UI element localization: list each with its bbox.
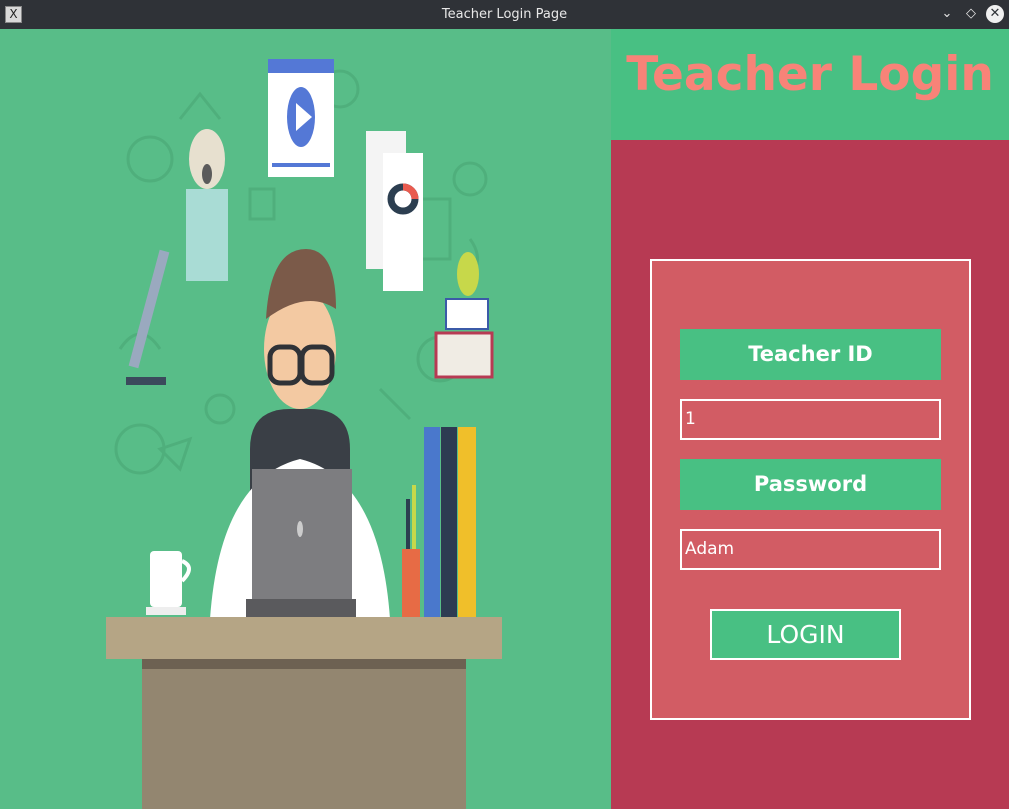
window-title: Teacher Login Page bbox=[441, 7, 568, 22]
teacher-id-label: Teacher ID bbox=[680, 329, 941, 380]
password-label: Password bbox=[680, 459, 941, 510]
teacher-at-desk-illustration bbox=[0, 29, 611, 809]
teacher-id-input[interactable]: 1 bbox=[680, 399, 941, 440]
login-button[interactable]: LOGIN bbox=[710, 609, 901, 660]
page-title: Teacher Login bbox=[626, 47, 994, 102]
window-titlebar: X Teacher Login Page ⌄ ◇ ✕ bbox=[0, 0, 1009, 29]
minimize-icon[interactable]: ⌄ bbox=[938, 5, 956, 23]
close-icon[interactable]: ✕ bbox=[986, 5, 1004, 23]
maximize-icon[interactable]: ◇ bbox=[962, 5, 980, 23]
teacher-illustration bbox=[0, 29, 611, 809]
password-input[interactable]: Adam bbox=[680, 529, 941, 570]
login-header: Teacher Login bbox=[611, 29, 1009, 140]
